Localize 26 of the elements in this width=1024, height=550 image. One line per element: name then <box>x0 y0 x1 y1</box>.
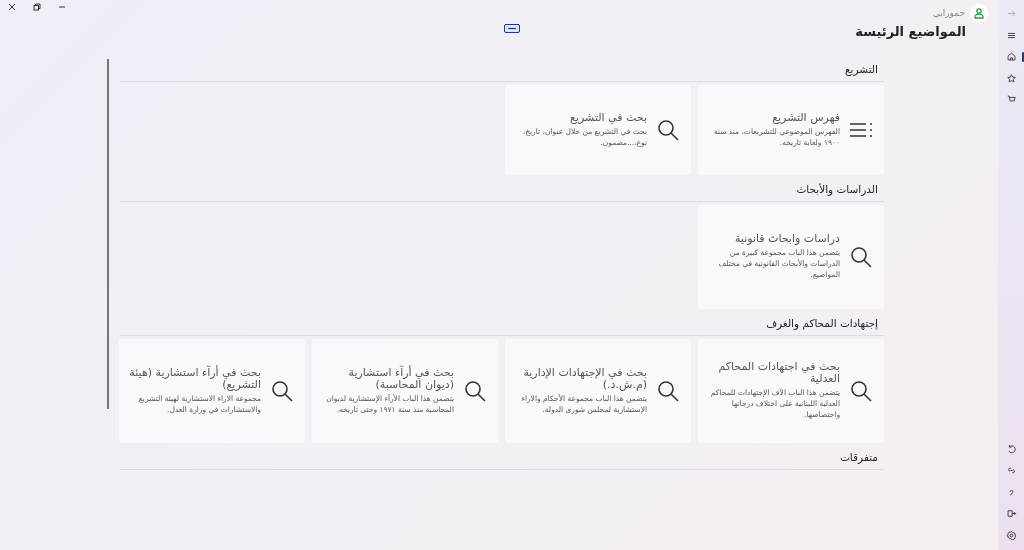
search-icon <box>850 246 872 268</box>
card-title: بحث في الإجتهادات الإدارية (م.ش.د.) <box>522 366 647 391</box>
minimize-icon[interactable] <box>58 3 66 11</box>
card-title: فهرس التشريع <box>771 111 840 124</box>
search-icon <box>271 380 293 402</box>
search-icon <box>464 380 486 402</box>
card-title: بحث في اجتهادات المحاكم العدلية <box>717 361 840 386</box>
section-heading: الدراسات والأبحاث <box>795 183 878 198</box>
section-heading: التشريع <box>844 63 878 78</box>
keyboard-icon[interactable] <box>504 24 520 33</box>
close-icon[interactable] <box>8 3 16 11</box>
search-icon <box>657 380 679 402</box>
list-icon <box>849 122 873 138</box>
scrollbar[interactable] <box>107 59 109 409</box>
card-title: دراسات وابحاث قانونية <box>733 233 840 246</box>
card-title: بحث في أرآء استشارية (هيئة التشريع) <box>128 366 261 391</box>
card-title: بحث في التشريع <box>569 111 647 124</box>
search-icon <box>850 380 872 402</box>
user-avatar[interactable] <box>970 4 988 22</box>
user-name: حمورابي <box>932 8 965 18</box>
search-icon <box>657 119 679 141</box>
restore-icon[interactable] <box>33 3 41 11</box>
section-heading: إجتهادات المحاكم والغرف <box>765 317 878 332</box>
page-title: المواضيع الرئيسة <box>855 24 966 39</box>
card-title: بحث في أرآء استشارية (ديوان المحاسبة) <box>347 366 454 391</box>
section-heading: متفرقات <box>839 451 878 466</box>
